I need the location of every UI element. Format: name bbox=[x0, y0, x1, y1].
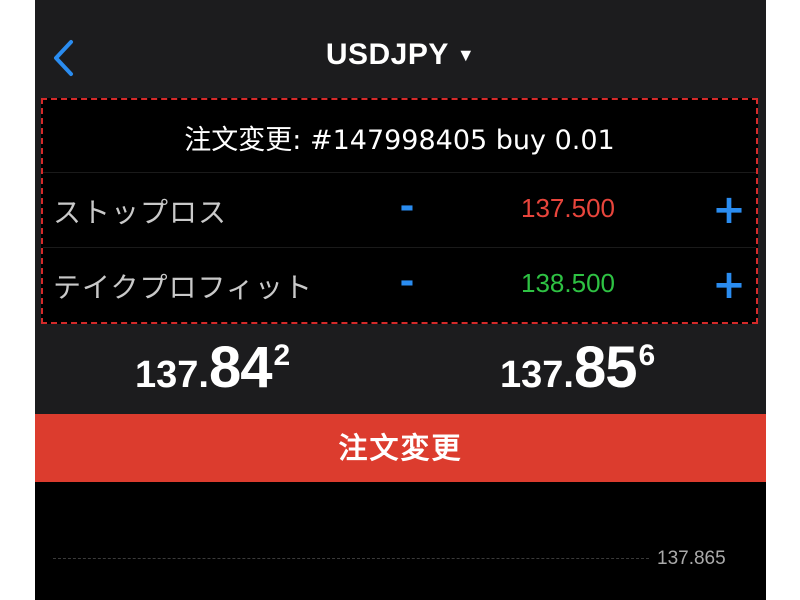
app-screen: USDJPY ▼ 注文変更: #147998405 buy 0.01 ストップロス… bbox=[35, 0, 766, 600]
ask-price-fraction: 6 bbox=[638, 339, 656, 372]
symbol-title: USDJPY bbox=[325, 38, 449, 71]
bid-price-prefix: 137. bbox=[135, 354, 209, 396]
stop-loss-value-field[interactable]: 137.500 bbox=[463, 193, 673, 224]
order-title: 注文変更: #147998405 buy 0.01 bbox=[184, 125, 615, 156]
price-level-line bbox=[53, 558, 649, 559]
modify-order-button[interactable]: 注文変更 bbox=[35, 414, 766, 482]
price-chart: 137.865 bbox=[35, 482, 766, 600]
ask-price-prefix: 137. bbox=[500, 354, 574, 396]
take-profit-row: テイクプロフィット - 138.500 + bbox=[43, 247, 756, 322]
bid-price: 137.842 bbox=[135, 334, 290, 401]
top-bar: USDJPY ▼ bbox=[35, 0, 766, 98]
take-profit-value-field[interactable]: 138.500 bbox=[463, 268, 673, 299]
take-profit-minus-button[interactable]: - bbox=[383, 260, 431, 310]
order-modify-panel: 注文変更: #147998405 buy 0.01 ストップロス - 137.5… bbox=[41, 98, 758, 324]
stop-loss-row: ストップロス - 137.500 + bbox=[43, 172, 756, 247]
symbol-selector[interactable]: USDJPY ▼ bbox=[35, 38, 766, 72]
ask-price-pips: 85 bbox=[573, 335, 638, 400]
bid-price-pips: 84 bbox=[208, 335, 273, 400]
chart-price-label: 137.865 bbox=[657, 548, 726, 569]
take-profit-plus-button[interactable]: + bbox=[705, 260, 753, 310]
bid-price-fraction: 2 bbox=[273, 339, 291, 372]
ask-price: 137.856 bbox=[500, 334, 655, 401]
stop-loss-label: ストップロス bbox=[53, 196, 228, 229]
take-profit-label: テイクプロフィット bbox=[53, 271, 313, 304]
stop-loss-plus-button[interactable]: + bbox=[705, 185, 753, 235]
stop-loss-minus-button[interactable]: - bbox=[383, 185, 431, 235]
caret-down-icon: ▼ bbox=[456, 45, 476, 65]
